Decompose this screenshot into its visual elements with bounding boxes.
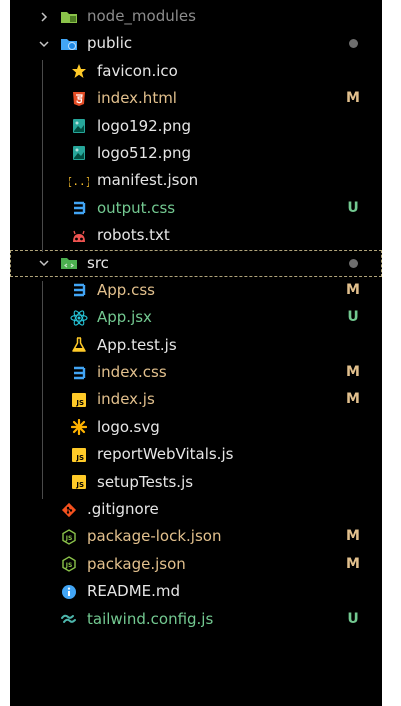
file-label: index.html xyxy=(97,89,177,108)
folder-public[interactable]: public xyxy=(10,30,382,57)
js-icon: JS xyxy=(69,441,89,468)
file-label: manifest.json xyxy=(97,171,199,190)
chevron-down-icon[interactable] xyxy=(36,30,52,57)
svg-icon xyxy=(69,414,89,441)
svg-text:JS: JS xyxy=(75,454,84,462)
info-icon xyxy=(59,578,79,605)
robot-icon xyxy=(69,222,89,249)
file-label: output.css xyxy=(97,198,176,217)
file-row[interactable]: output.css U xyxy=(10,195,382,222)
folder-label: node_modules xyxy=(87,7,196,25)
file-row[interactable]: JS package-lock.json M xyxy=(10,523,382,550)
folder-public-icon xyxy=(59,30,79,57)
modified-dot xyxy=(349,258,358,268)
css-icon xyxy=(69,277,89,304)
chevron-right-icon[interactable] xyxy=(36,3,52,30)
file-label: App.jsx xyxy=(97,308,152,327)
file-label: README.md xyxy=(87,582,181,601)
file-row[interactable]: App.jsx U xyxy=(10,304,382,331)
git-icon xyxy=(59,496,79,523)
file-row[interactable]: logo192.png xyxy=(10,113,382,140)
file-row[interactable]: .gitignore xyxy=(10,496,382,523)
file-row[interactable]: JS reportWebVitals.js xyxy=(10,441,382,468)
svg-text:{..}: {..} xyxy=(69,175,89,188)
file-row[interactable]: {..} manifest.json xyxy=(10,167,382,194)
nodejs-icon: JS xyxy=(59,551,79,578)
js-icon: JS xyxy=(69,469,89,496)
file-row[interactable]: App.css M xyxy=(10,277,382,304)
file-row[interactable]: logo512.png xyxy=(10,140,382,167)
nodejs-icon: JS xyxy=(59,523,79,550)
file-label: index.js xyxy=(97,390,155,409)
folder-label: public xyxy=(87,34,133,53)
indent-guide xyxy=(42,60,43,252)
file-label: setupTests.js xyxy=(97,472,194,491)
file-label: tailwind.config.js xyxy=(87,609,214,628)
modified-dot xyxy=(349,39,358,49)
git-status-badge: U xyxy=(347,199,359,216)
git-status-badge: M xyxy=(346,281,360,298)
svg-text:JS: JS xyxy=(65,535,73,542)
file-label: App.test.js xyxy=(97,335,177,354)
file-label: reportWebVitals.js xyxy=(97,445,234,464)
git-status-badge: M xyxy=(346,555,360,572)
file-label: favicon.ico xyxy=(97,61,178,80)
file-explorer: node_modules public favicon.ico index.ht… xyxy=(10,0,382,706)
file-label: logo.svg xyxy=(97,417,160,436)
file-label: robots.txt xyxy=(97,226,170,245)
html-icon xyxy=(69,85,89,112)
file-row[interactable]: JS index.js M xyxy=(10,386,382,413)
folder-node-modules[interactable]: node_modules xyxy=(10,3,382,30)
folder-src-icon xyxy=(59,250,79,277)
svg-text:JS: JS xyxy=(75,481,84,489)
file-row[interactable]: README.md xyxy=(10,578,382,605)
file-row[interactable]: JS setupTests.js xyxy=(10,469,382,496)
svg-text:JS: JS xyxy=(75,399,84,407)
file-row[interactable]: JS package.json M xyxy=(10,551,382,578)
file-row[interactable]: App.test.js xyxy=(10,332,382,359)
file-label: App.css xyxy=(97,280,155,299)
file-tree: node_modules public favicon.ico index.ht… xyxy=(10,3,382,633)
file-label: package.json xyxy=(87,554,186,573)
file-row[interactable]: tailwind.config.js U xyxy=(10,606,382,633)
file-label: logo192.png xyxy=(97,116,191,135)
react-icon xyxy=(69,304,89,331)
git-status-badge: U xyxy=(347,610,359,627)
star-icon xyxy=(69,58,89,85)
flask-icon xyxy=(69,332,89,359)
chevron-down-icon[interactable] xyxy=(36,250,52,277)
indent-guide xyxy=(42,281,43,499)
json-braces-icon: {..} xyxy=(69,167,89,194)
git-status-badge: M xyxy=(346,391,360,408)
svg-text:JS: JS xyxy=(65,562,73,569)
file-row[interactable]: index.html M xyxy=(10,85,382,112)
file-label: logo512.png xyxy=(97,143,191,162)
image-icon xyxy=(69,113,89,140)
file-row[interactable]: favicon.ico xyxy=(10,58,382,85)
tailwind-icon xyxy=(59,606,79,633)
git-status-badge: M xyxy=(346,364,360,381)
folder-src[interactable]: src xyxy=(10,249,382,277)
folder-label: src xyxy=(87,253,109,272)
css-icon xyxy=(69,195,89,222)
js-icon: JS xyxy=(69,386,89,413)
image-icon xyxy=(69,140,89,167)
git-status-badge: M xyxy=(346,528,360,545)
folder-node-icon xyxy=(59,3,79,30)
git-status-badge: M xyxy=(346,90,360,107)
file-row[interactable]: index.css M xyxy=(10,359,382,386)
file-row[interactable]: logo.svg xyxy=(10,414,382,441)
css-icon xyxy=(69,359,89,386)
file-label: .gitignore xyxy=(87,500,159,519)
file-label: package-lock.json xyxy=(87,527,222,546)
file-row[interactable]: robots.txt xyxy=(10,222,382,249)
git-status-badge: U xyxy=(347,309,359,326)
file-label: index.css xyxy=(97,363,167,382)
